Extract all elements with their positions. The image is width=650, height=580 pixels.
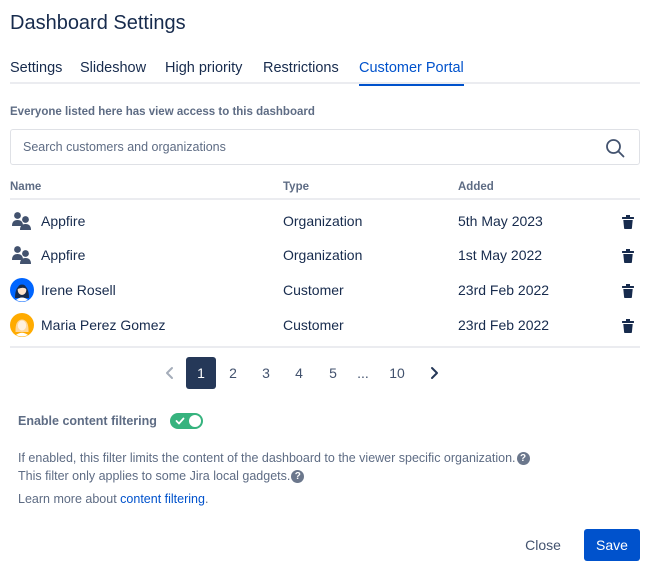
- column-header-name[interactable]: Name: [10, 181, 41, 193]
- row-type: Organization: [283, 213, 363, 229]
- page-button-10[interactable]: 10: [382, 357, 412, 389]
- table-bottom-divider: [10, 346, 640, 348]
- chevron-right-icon: [431, 367, 438, 379]
- search-box: [10, 129, 640, 165]
- toggle-knob: [189, 415, 201, 427]
- page-button-5[interactable]: 5: [318, 357, 348, 389]
- learn-more-prefix: Learn more about: [18, 492, 117, 506]
- content-filtering-link[interactable]: content filtering: [120, 492, 205, 506]
- search-icon[interactable]: [605, 138, 625, 158]
- tab-settings[interactable]: Settings: [10, 60, 62, 84]
- learn-more-line: Learn more about content filtering.: [18, 492, 208, 506]
- row-added: 23rd Feb 2022: [458, 282, 550, 298]
- pagination: 1 2 3 4 5 ... 10: [0, 357, 650, 389]
- column-header-type[interactable]: Type: [283, 181, 309, 193]
- dashboard-settings-dialog: Dashboard Settings Settings Slideshow Hi…: [0, 0, 650, 580]
- page-button-1[interactable]: 1: [186, 357, 216, 389]
- user-avatar-orange: [10, 313, 34, 337]
- tab-customer-portal[interactable]: Customer Portal: [359, 60, 464, 86]
- row-name: Irene Rosell: [41, 282, 116, 298]
- page-button-2[interactable]: 2: [218, 357, 248, 389]
- tab-slideshow[interactable]: Slideshow: [80, 60, 146, 84]
- page-ellipsis: ...: [357, 365, 369, 381]
- learn-more-suffix: .: [204, 492, 209, 506]
- content-filtering-description-2: This filter only applies to some Jira lo…: [18, 469, 305, 483]
- previous-page-button[interactable]: [155, 357, 185, 389]
- tab-high-priority[interactable]: High priority: [165, 60, 242, 84]
- dialog-title: Dashboard Settings: [10, 12, 186, 34]
- organization-icon: [12, 246, 31, 264]
- tab-bar: Settings Slideshow High priority Restric…: [10, 60, 640, 86]
- row-added: 1st May 2022: [458, 247, 543, 263]
- row-name: Maria Perez Gomez: [41, 317, 166, 333]
- row-type: Customer: [283, 317, 344, 333]
- page-button-3[interactable]: 3: [251, 357, 281, 389]
- description-text: This filter only applies to some Jira lo…: [18, 469, 291, 483]
- row-added: 5th May 2023: [458, 213, 543, 229]
- table-row: Maria Perez Gomez Customer 23rd Feb 2022: [10, 307, 640, 342]
- description-text: If enabled, this filter limits the conte…: [18, 451, 516, 465]
- organization-icon: [12, 212, 31, 230]
- trash-icon[interactable]: [622, 249, 634, 263]
- help-icon[interactable]: ?: [516, 452, 530, 465]
- table-row: Appfire Organization 5th May 2023: [10, 203, 640, 238]
- row-type: Organization: [283, 247, 363, 263]
- row-added: 23rd Feb 2022: [458, 317, 550, 333]
- row-name: Appfire: [41, 247, 86, 263]
- trash-icon[interactable]: [622, 284, 634, 298]
- table-row: Irene Rosell Customer 23rd Feb 2022: [10, 272, 640, 307]
- chevron-left-icon: [166, 367, 173, 379]
- table-header: Name Type Added: [10, 178, 640, 200]
- close-button[interactable]: Close: [512, 530, 574, 560]
- save-button[interactable]: Save: [584, 529, 640, 561]
- trash-icon[interactable]: [622, 215, 634, 229]
- user-avatar-blue: [10, 278, 34, 302]
- trash-icon[interactable]: [622, 319, 634, 333]
- row-name: Appfire: [41, 213, 86, 229]
- content-filtering-label: Enable content filtering: [18, 414, 157, 428]
- column-header-added[interactable]: Added: [458, 181, 494, 193]
- search-input[interactable]: [21, 137, 591, 157]
- check-icon: [175, 417, 185, 425]
- content-filtering-description-1: If enabled, this filter limits the conte…: [18, 451, 530, 465]
- help-icon[interactable]: ?: [291, 470, 305, 483]
- table-row: Appfire Organization 1st May 2022: [10, 237, 640, 272]
- row-type: Customer: [283, 282, 344, 298]
- next-page-button[interactable]: [419, 357, 449, 389]
- content-filtering-toggle[interactable]: [170, 413, 203, 429]
- tab-restrictions[interactable]: Restrictions: [263, 60, 339, 84]
- page-button-4[interactable]: 4: [284, 357, 314, 389]
- access-note: Everyone listed here has view access to …: [10, 106, 315, 118]
